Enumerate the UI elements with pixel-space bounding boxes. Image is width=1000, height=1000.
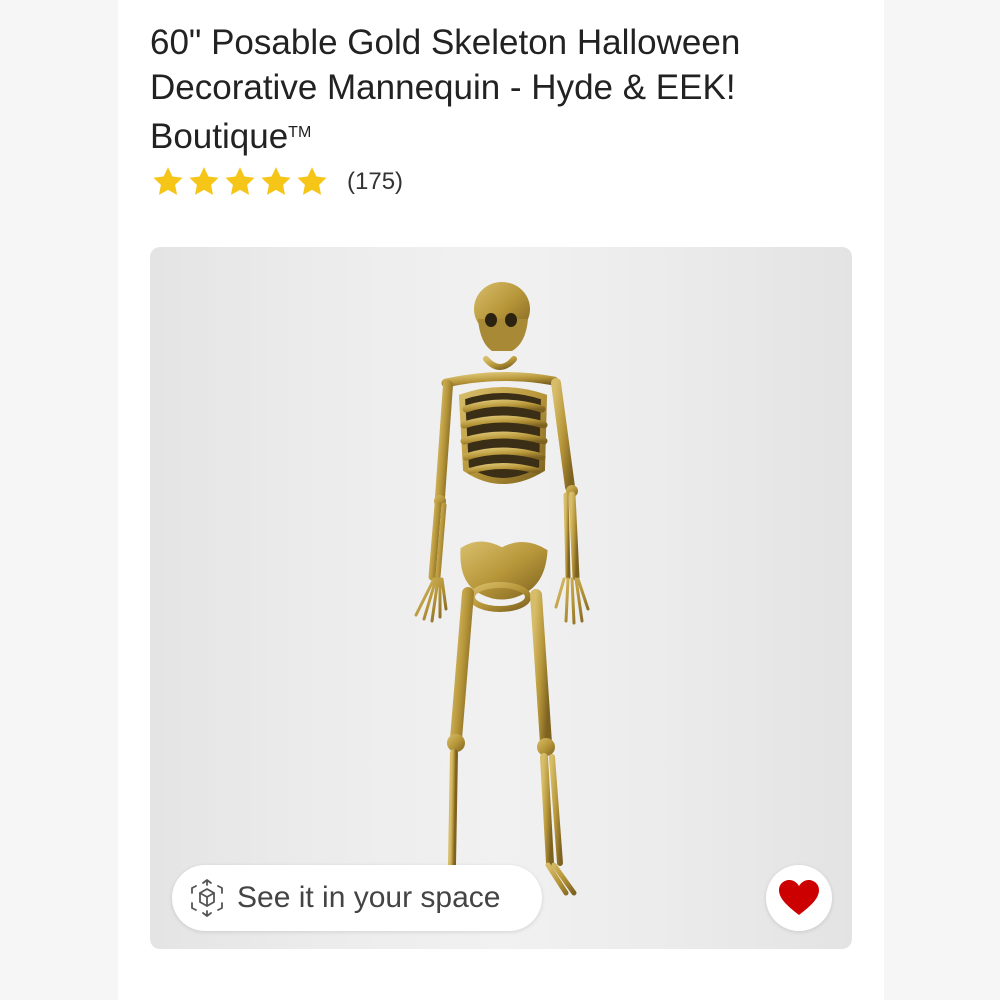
trademark-symbol: TM [288, 124, 312, 141]
star-icon [153, 167, 183, 195]
star-icon [297, 167, 327, 195]
star-icon [189, 167, 219, 195]
see-in-your-space-label: See it in your space [237, 881, 501, 914]
ar-cube-icon [191, 879, 223, 917]
see-in-your-space-button[interactable]: See it in your space [172, 865, 542, 931]
rating-summary[interactable]: (175) [150, 165, 403, 199]
right-margin [884, 0, 1000, 1000]
left-margin [0, 0, 118, 1000]
product-title-text: 60" Posable Gold Skeleton Halloween Deco… [150, 23, 741, 156]
star-icon [261, 167, 291, 195]
product-image-gallery[interactable]: See it in your space [150, 247, 852, 949]
product-page: 60" Posable Gold Skeleton Halloween Deco… [0, 0, 1000, 1000]
star-rating [150, 165, 330, 199]
heart-icon [779, 880, 819, 915]
star-icon [225, 167, 255, 195]
product-title: 60" Posable Gold Skeleton Halloween Deco… [150, 20, 850, 159]
skeleton-product-image [414, 282, 590, 896]
favorite-button[interactable] [766, 865, 832, 931]
review-count[interactable]: (175) [347, 168, 403, 196]
